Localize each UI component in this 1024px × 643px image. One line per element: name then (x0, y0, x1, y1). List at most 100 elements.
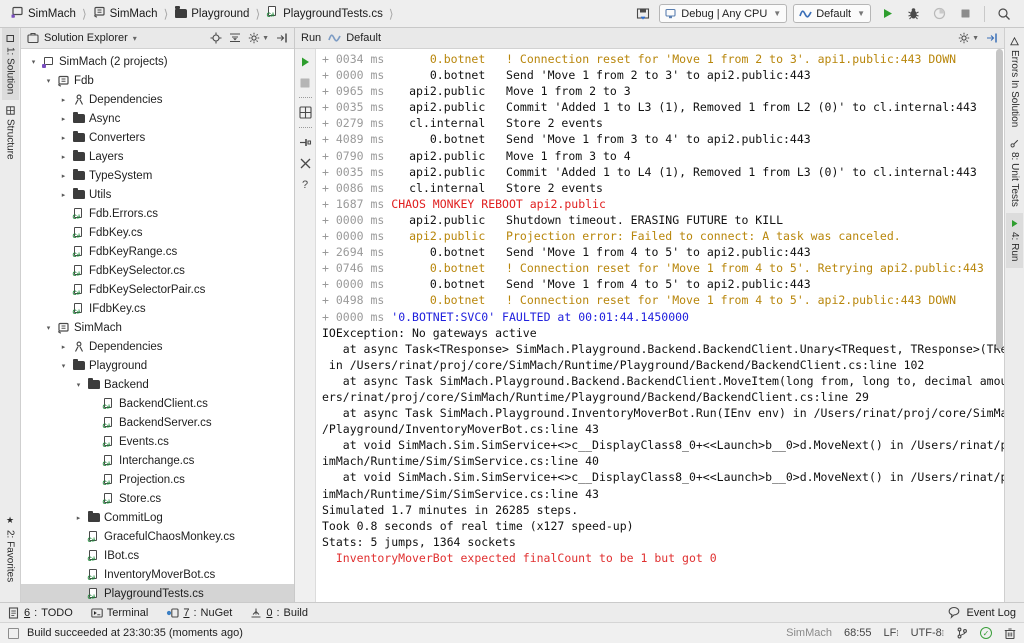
tree-node[interactable]: ▸ Converters (21, 128, 294, 147)
settings-icon[interactable]: ▼ (958, 32, 979, 44)
tree-node[interactable]: ▸ TypeSystem (21, 166, 294, 185)
console-scroll-thumb[interactable] (996, 49, 1003, 349)
right-tab-8-unit-tests[interactable]: 8: Unit Tests (1006, 133, 1023, 213)
stacktrace-line: /Playground/InventoryMoverBot.cs:line 43 (322, 422, 599, 437)
hide-icon[interactable] (276, 32, 288, 44)
tree-node[interactable]: C# FdbKeyRange.cs (21, 242, 294, 261)
run-config-selector[interactable]: Default ▼ (793, 4, 871, 23)
tree-node[interactable]: ▾ SimMach (21, 318, 294, 337)
breadcrumb-item-2[interactable]: Playground (169, 3, 254, 25)
tree-node[interactable]: C# Fdb.Errors.cs (21, 204, 294, 223)
tree-node[interactable]: C# BackendServer.cs (21, 413, 294, 432)
tree-node[interactable]: ▾ SimMach (2 projects) (21, 52, 294, 71)
right-tab-errors-in-solution[interactable]: Errors In Solution (1006, 31, 1023, 133)
tree-node[interactable]: ▾ Fdb (21, 71, 294, 90)
tree-expand-arrow-icon[interactable]: ▸ (59, 134, 68, 142)
tree-node[interactable]: ▾ Playground (21, 356, 294, 375)
csharp-file-icon: C# (87, 587, 100, 601)
tree-expand-arrow-icon[interactable]: ▸ (59, 96, 68, 104)
tree-node[interactable]: C# IBot.cs (21, 546, 294, 565)
settings-icon[interactable]: ▼ (248, 32, 269, 44)
solution-tree[interactable]: ▾ SimMach (2 projects) ▾ Fdb ▸ Dependencies ▸ A… (21, 49, 294, 602)
console-scrollbar[interactable] (995, 49, 1004, 602)
tree-node[interactable]: C# FdbKeySelector.cs (21, 261, 294, 280)
bottom-tab-todo[interactable]: 6: TODO (8, 607, 73, 619)
pin-icon[interactable] (297, 134, 314, 151)
tree-node[interactable]: C# Store.cs (21, 489, 294, 508)
status-encoding[interactable]: UTF-8⁞ (911, 627, 944, 639)
coverage-icon[interactable] (929, 4, 949, 24)
hide-icon[interactable] (986, 32, 998, 44)
tree-node[interactable]: C# FdbKeySelectorPair.cs (21, 280, 294, 299)
tree-expand-arrow-icon[interactable]: ▾ (44, 324, 53, 332)
tree-node[interactable]: C# FdbKey.cs (21, 223, 294, 242)
tree-node[interactable]: C# InventoryMoverBot.cs (21, 565, 294, 584)
log-message: Move 1 from 2 to 3 (506, 84, 631, 99)
log-source: 0.botnet (429, 293, 486, 308)
tree-expand-arrow-icon[interactable]: ▾ (44, 77, 53, 85)
layout-icon[interactable] (297, 104, 314, 121)
csharp-file-icon: C# (72, 283, 85, 297)
search-icon[interactable] (994, 4, 1014, 24)
left-tab-label: 2: Favorites (4, 529, 16, 582)
tree-node[interactable]: C# BackendClient.cs (21, 394, 294, 413)
log-message: Shutdown timeout. ERASING FUTURE to KILL (506, 212, 783, 227)
log-line: + 1687 ms CHAOS MONKEY REBOOT api2.publi… (322, 196, 606, 211)
tree-expand-arrow-icon[interactable]: ▸ (59, 153, 68, 161)
tree-node[interactable]: ▸ CommitLog (21, 508, 294, 527)
bottom-tab-build[interactable]: 0: Build (250, 607, 308, 619)
branch-icon[interactable] (956, 627, 968, 639)
rerun-icon[interactable] (297, 53, 314, 70)
tree-node[interactable]: C# PlaygroundTests.cs (21, 584, 294, 602)
tree-expand-arrow-icon[interactable]: ▸ (74, 514, 83, 522)
tree-node[interactable]: C# Projection.cs (21, 470, 294, 489)
csharp-file-icon: C# (266, 6, 279, 22)
tree-expand-arrow-icon[interactable]: ▾ (29, 58, 38, 66)
breadcrumb-item-1[interactable]: SimMach (88, 3, 163, 25)
solution-explorer-caret-icon[interactable]: ▾ (133, 34, 137, 43)
status-line-ending[interactable]: LF⁞ (884, 627, 899, 639)
tree-expand-arrow-icon[interactable]: ▾ (59, 362, 68, 370)
stacktrace-line: Took 0.8 seconds of real time (x127 spee… (322, 518, 634, 533)
tree-expand-arrow-icon[interactable]: ▾ (74, 381, 83, 389)
tree-node[interactable]: ▸ Layers (21, 147, 294, 166)
left-tab-structure[interactable]: Structure (2, 100, 19, 166)
tree-node[interactable]: C# IFdbKey.cs (21, 299, 294, 318)
configuration-selector[interactable]: Debug | Any CPU ▼ (659, 4, 788, 23)
tree-expand-arrow-icon[interactable]: ▸ (59, 343, 68, 351)
help-icon[interactable]: ? (297, 176, 314, 193)
breadcrumb-item-3[interactable]: C# PlaygroundTests.cs (261, 3, 388, 25)
left-tab-solution[interactable]: 1: Solution (1, 28, 19, 101)
save-all-icon[interactable] (633, 4, 653, 24)
stop-icon[interactable] (955, 4, 975, 24)
tree-expand-arrow-icon[interactable]: ▸ (59, 115, 68, 123)
stop-icon[interactable] (297, 74, 314, 91)
event-log-button[interactable]: Event Log (948, 606, 1016, 619)
collapse-all-icon[interactable] (229, 32, 241, 44)
tree-node[interactable]: C# Events.cs (21, 432, 294, 451)
locate-icon[interactable] (210, 32, 222, 44)
debug-icon[interactable] (903, 4, 923, 24)
status-caret-position[interactable]: 68:55 (844, 627, 872, 639)
run-console-output[interactable]: + 0034 ms 0.botnet ! Connection reset fo… (316, 49, 1004, 602)
run-icon[interactable] (877, 4, 897, 24)
top-toolbar: SimMach ⟩ SimMach ⟩ Playground ⟩ C# PlaygroundT… (0, 0, 1024, 28)
tree-node[interactable]: C# GracefulChaosMonkey.cs (21, 527, 294, 546)
left-tab-favorites[interactable]: ★ 2: Favorites (2, 509, 19, 588)
tree-expand-arrow-icon[interactable]: ▸ (59, 191, 68, 199)
tree-expand-arrow-icon[interactable]: ▸ (59, 172, 68, 180)
tree-node[interactable]: ▸ Async (21, 109, 294, 128)
bottom-tab-nuget[interactable]: 7: NuGet (166, 607, 232, 619)
tree-node[interactable]: ▸ Dependencies (21, 337, 294, 356)
run-panel-config[interactable]: Default (328, 32, 381, 44)
close-icon[interactable] (297, 155, 314, 172)
memory-trash-icon[interactable] (1004, 627, 1016, 640)
tree-node[interactable]: ▸ Dependencies (21, 90, 294, 109)
right-tab-4-run[interactable]: 4: Run (1006, 213, 1023, 268)
inspection-ok-icon[interactable]: ✓ (980, 627, 992, 639)
tree-node[interactable]: ▸ Utils (21, 185, 294, 204)
bottom-tab-terminal[interactable]: Terminal (91, 607, 148, 619)
tree-node[interactable]: C# Interchange.cs (21, 451, 294, 470)
breadcrumb-item-0[interactable]: SimMach (6, 3, 81, 25)
tree-node[interactable]: ▾ Backend (21, 375, 294, 394)
